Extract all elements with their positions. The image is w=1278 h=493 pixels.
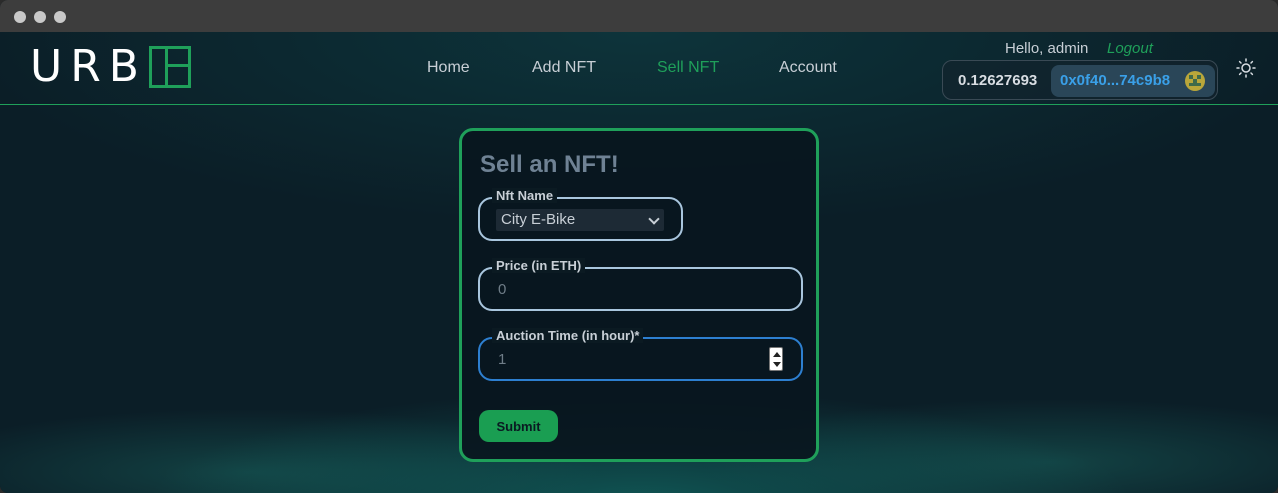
nav-sell-nft[interactable]: Sell NFT: [657, 59, 719, 77]
nav-account[interactable]: Account: [779, 59, 837, 77]
window-maximize-dot[interactable]: [54, 11, 66, 23]
wallet-widget: 0.12627693 0x0f40...74c9b8: [942, 60, 1218, 100]
wallet-address: 0x0f40...74c9b8: [1060, 72, 1171, 89]
stepper-down-icon[interactable]: [773, 362, 781, 367]
wallet-balance: 0.12627693: [958, 72, 1038, 89]
auction-time-stepper[interactable]: [769, 347, 783, 371]
window-close-dot[interactable]: [14, 11, 26, 23]
window-minimize-dot[interactable]: [34, 11, 46, 23]
logo-text: URB: [30, 41, 147, 92]
price-label: Price (in ETH): [492, 258, 586, 273]
identicon-avatar-icon: [1185, 71, 1205, 91]
logo-mark-icon: [148, 46, 191, 88]
urb-logo[interactable]: URB: [30, 41, 191, 92]
sell-nft-card: Sell an NFT! Nft Name City E-Bike Price …: [459, 128, 819, 462]
submit-button[interactable]: Submit: [479, 410, 558, 442]
price-field[interactable]: Price (in ETH) 0: [478, 258, 803, 311]
user-greeting: Hello, admin: [1005, 40, 1089, 57]
app-background: URB Home Add NFT Sell NFT Account Hello,…: [0, 32, 1278, 493]
browser-window: URB Home Add NFT Sell NFT Account Hello,…: [0, 0, 1278, 493]
auction-time-input[interactable]: 1: [498, 351, 506, 368]
top-navbar: URB Home Add NFT Sell NFT Account Hello,…: [0, 32, 1278, 105]
nft-name-label: Nft Name: [492, 188, 558, 203]
logout-link[interactable]: Logout: [1107, 40, 1153, 57]
window-titlebar: [0, 0, 1278, 32]
wallet-address-button[interactable]: 0x0f40...74c9b8: [1051, 65, 1215, 97]
chevron-down-icon: [648, 213, 660, 225]
auction-time-field[interactable]: Auction Time (in hour)* 1: [478, 328, 803, 381]
price-input[interactable]: 0: [498, 281, 506, 298]
page-title: Sell an NFT!: [480, 151, 619, 178]
nav-home[interactable]: Home: [427, 59, 470, 77]
nav-add-nft[interactable]: Add NFT: [532, 59, 596, 77]
stepper-up-icon[interactable]: [773, 352, 781, 357]
nft-name-selected: City E-Bike: [501, 211, 576, 228]
nft-name-field: Nft Name City E-Bike: [478, 188, 683, 241]
sun-icon[interactable]: [1236, 58, 1256, 78]
auction-time-label: Auction Time (in hour)*: [492, 328, 644, 343]
nft-name-select[interactable]: City E-Bike: [496, 209, 664, 231]
